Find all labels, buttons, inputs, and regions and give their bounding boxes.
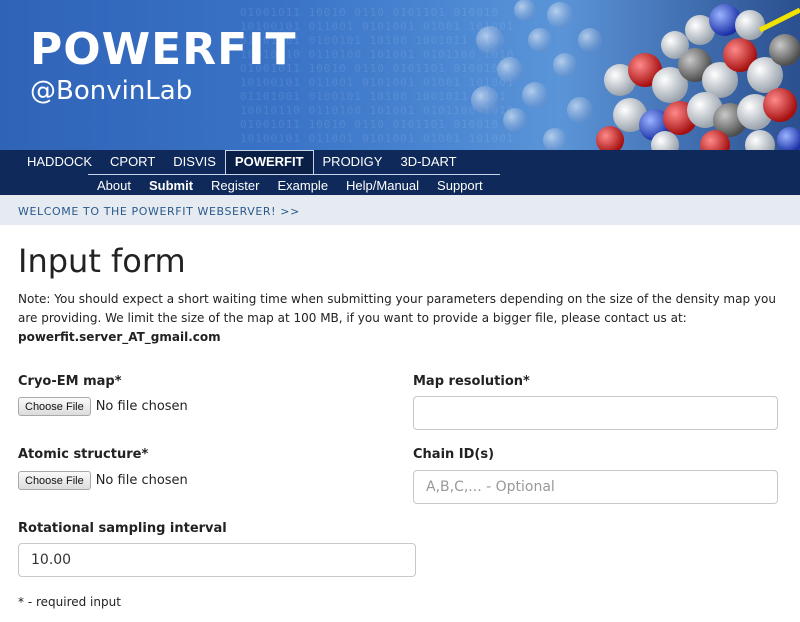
rotational-sampling-label: Rotational sampling interval [18, 521, 227, 536]
chain-ids-label: Chain ID(s) [413, 447, 495, 462]
atomic-structure-choose-file-button[interactable]: Choose File [18, 471, 91, 490]
cryo-em-map-label: Cryo-EM map* [18, 374, 122, 389]
welcome-link[interactable]: WELCOME TO THE POWERFIT WEBSERVER! >> [18, 205, 300, 218]
subnav-item-support[interactable]: Support [428, 175, 492, 195]
submission-note: Note: You should expect a short waiting … [18, 290, 788, 347]
subnav-item-register[interactable]: Register [202, 175, 268, 195]
atomic-structure-file-input: Choose File No file chosen [18, 471, 188, 490]
required-input-note: * - required input [18, 595, 121, 609]
nav-item-haddock[interactable]: HADDOCK [18, 150, 101, 174]
rotational-sampling-value: 10.00 [31, 552, 72, 568]
map-resolution-label: Map resolution* [413, 374, 530, 389]
nav-item-disvis[interactable]: DISVIS [164, 150, 225, 174]
atomic-structure-file-status: No file chosen [95, 473, 188, 488]
molecule-illustration [471, 0, 800, 150]
rotational-sampling-input[interactable]: 10.00 [18, 543, 416, 577]
subnav-item-submit[interactable]: Submit [140, 175, 202, 195]
note-text: Note: You should expect a short waiting … [18, 292, 776, 325]
top-nav: HADDOCK CPORT DISVIS POWERFIT PRODIGY 3D… [18, 150, 466, 174]
chain-ids-input[interactable]: A,B,C,... - Optional [413, 470, 778, 504]
cryo-em-choose-file-button[interactable]: Choose File [18, 397, 91, 416]
map-resolution-input[interactable] [413, 396, 778, 430]
page-title: Input form [18, 242, 186, 280]
nav-item-powerfit[interactable]: POWERFIT [224, 150, 314, 174]
header-banner: 01001011 10010 0110 0101101 010010 10100… [0, 0, 800, 150]
cryo-em-map-file-input: Choose File No file chosen [18, 397, 188, 416]
chain-ids-placeholder: A,B,C,... - Optional [426, 479, 555, 495]
contact-email: powerfit.server_AT_gmail.com [18, 330, 221, 344]
main-navigation: HADDOCK CPORT DISVIS POWERFIT PRODIGY 3D… [0, 150, 800, 195]
sub-nav: About Submit Register Example Help/Manua… [88, 174, 500, 195]
cryo-em-file-status: No file chosen [95, 399, 188, 414]
site-subtitle[interactable]: @BonvinLab [30, 76, 192, 106]
nav-item-3d-dart[interactable]: 3D-DART [391, 150, 465, 174]
subnav-item-help-manual[interactable]: Help/Manual [337, 175, 428, 195]
site-title[interactable]: POWERFIT [30, 24, 297, 75]
subnav-item-example[interactable]: Example [268, 175, 337, 195]
subnav-item-about[interactable]: About [88, 175, 140, 195]
welcome-bar: WELCOME TO THE POWERFIT WEBSERVER! >> [0, 195, 800, 225]
atomic-structure-label: Atomic structure* [18, 447, 149, 462]
nav-item-cport[interactable]: CPORT [101, 150, 164, 174]
nav-item-prodigy[interactable]: PRODIGY [314, 150, 392, 174]
